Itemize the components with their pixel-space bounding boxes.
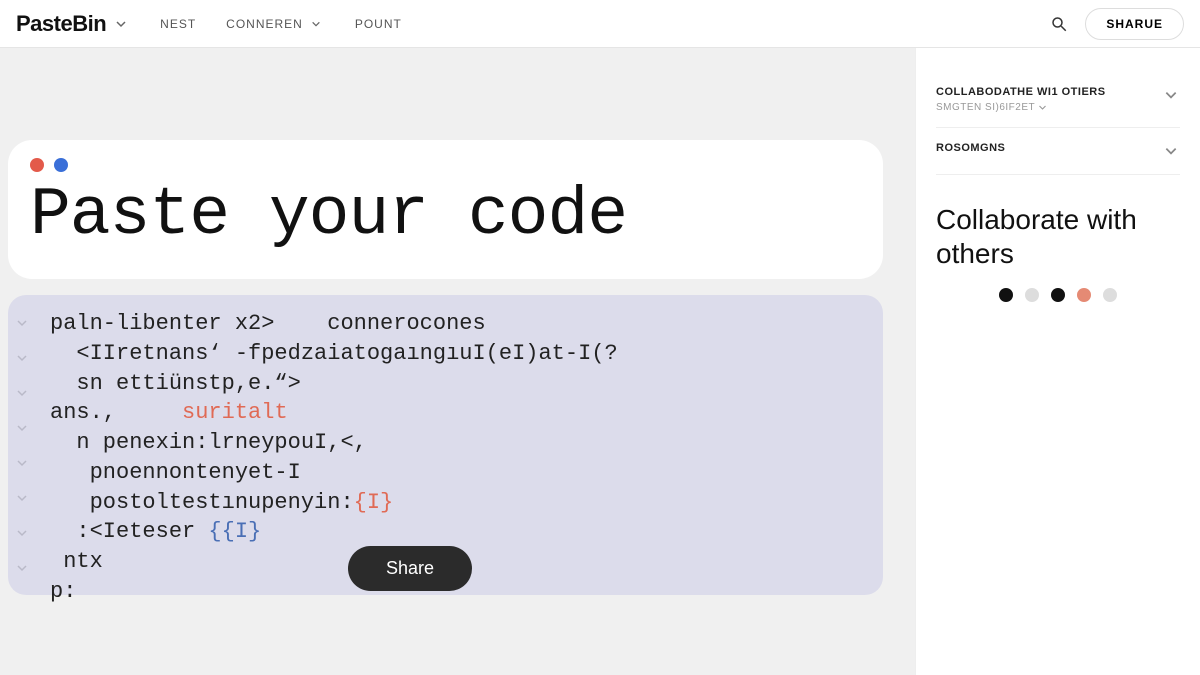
- nav-label: NEST: [160, 17, 196, 31]
- code-line: <IIretnans‘ -fpedzaiatogaıngıuI(eI)at-I(…: [50, 339, 863, 369]
- sidebar-heading: ROSOMGNS: [936, 142, 1005, 154]
- top-nav: NEST CONNEREN POUNT: [160, 15, 402, 33]
- nav-label: POUNT: [355, 17, 402, 31]
- share-button[interactable]: Share: [348, 546, 472, 591]
- sidebar-heading: COLLABODATHE WI1 OTIERS: [936, 86, 1106, 98]
- code-line: sn ettiünstp,e.“>: [50, 369, 863, 399]
- hero-title: Paste your code: [30, 180, 861, 251]
- search-icon[interactable]: [1049, 14, 1069, 34]
- chevron-down-icon: [307, 15, 325, 33]
- nav-item-pount[interactable]: POUNT: [355, 17, 402, 31]
- carousel-indicators[interactable]: [936, 288, 1180, 302]
- indicator-dot[interactable]: [1077, 288, 1091, 302]
- chevron-down-icon: [16, 562, 42, 574]
- nav-item-nest[interactable]: NEST: [160, 17, 196, 31]
- top-bar: PasteBin NEST CONNEREN POUNT SHARUE: [0, 0, 1200, 48]
- chevron-down-icon: [16, 527, 42, 539]
- window-dots: [30, 158, 861, 172]
- sidebar-section-rosomgns[interactable]: ROSOMGNS: [936, 128, 1180, 175]
- main-layout: Paste your code paln-libenter x2> conner…: [0, 48, 1200, 675]
- chevron-down-icon: [16, 352, 42, 364]
- topbar-actions: SHARUE: [1049, 8, 1184, 40]
- sidebar-section-collab[interactable]: COLLABODATHE WI1 OTIERS SMGTEN SI)6IF2ET: [936, 72, 1180, 128]
- main-column: Paste your code paln-libenter x2> conner…: [0, 48, 915, 675]
- indicator-dot[interactable]: [999, 288, 1013, 302]
- code-line: :<Ieteser {{I}: [50, 517, 863, 547]
- code-line: n penexin:lrneypouI,<,: [50, 428, 863, 458]
- code-editor[interactable]: paln-libenter x2> connerocones <IIretnan…: [8, 295, 883, 595]
- brand-logo[interactable]: PasteBin: [16, 11, 106, 37]
- sidebar-subheading: SMGTEN SI)6IF2ET: [936, 102, 1106, 113]
- chevron-down-icon: [16, 317, 42, 329]
- nav-label: CONNEREN: [226, 17, 303, 31]
- chevron-down-icon: [16, 492, 42, 504]
- chevron-down-icon: [16, 387, 42, 399]
- chevron-down-icon[interactable]: [1162, 142, 1180, 160]
- code-highlight: {I}: [354, 490, 394, 515]
- hero-card: Paste your code: [8, 140, 883, 279]
- code-highlight: suritalt: [182, 400, 288, 425]
- code-line: ans., suritalt: [50, 398, 863, 428]
- indicator-dot[interactable]: [1103, 288, 1117, 302]
- code-line: postoltestınupenyin:{I}: [50, 488, 863, 518]
- code-line: pnoennontenyet-I: [50, 458, 863, 488]
- sidebar: COLLABODATHE WI1 OTIERS SMGTEN SI)6IF2ET…: [915, 48, 1200, 675]
- collab-title: Collaborate with others: [936, 203, 1180, 270]
- indicator-dot[interactable]: [1025, 288, 1039, 302]
- chevron-down-icon: [16, 457, 42, 469]
- chevron-down-icon: [16, 422, 42, 434]
- indicator-dot[interactable]: [1051, 288, 1065, 302]
- chevron-down-icon[interactable]: [1162, 86, 1180, 104]
- chevron-down-icon[interactable]: [112, 15, 130, 33]
- dot-blue-icon: [54, 158, 68, 172]
- code-highlight: {{I}: [195, 519, 261, 544]
- gutter: [16, 305, 42, 585]
- share-button-top[interactable]: SHARUE: [1085, 8, 1184, 40]
- dot-red-icon: [30, 158, 44, 172]
- code-line: paln-libenter x2> connerocones: [50, 309, 863, 339]
- nav-item-conneren[interactable]: CONNEREN: [226, 15, 325, 33]
